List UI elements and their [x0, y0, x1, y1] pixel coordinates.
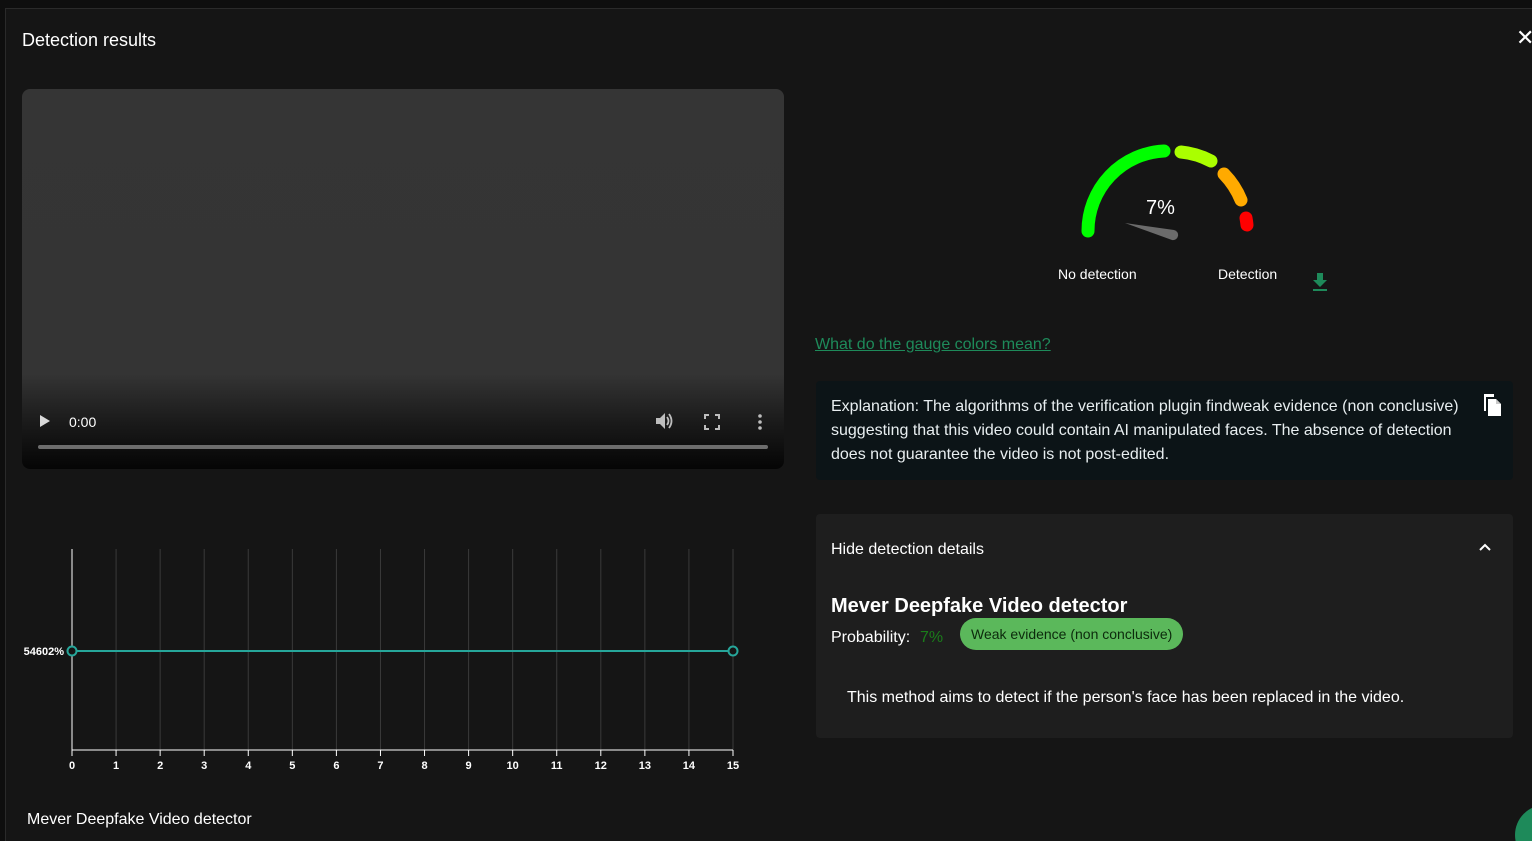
close-icon[interactable]: ✕: [1516, 27, 1532, 49]
x-tick-label: 1: [113, 760, 119, 772]
video-player[interactable]: 0:00: [22, 89, 784, 469]
volume-icon[interactable]: [654, 412, 674, 430]
gauge-label-detection: Detection: [1218, 266, 1278, 282]
probability-value: 7%: [920, 629, 944, 646]
detection-timeline-chart: 0 1 2 3 4 5 6 7 8 9 10 11 12 13 14 1554602%: [24, 549, 739, 772]
x-tick-label: 11: [551, 760, 563, 772]
detector-title: Mever Deepfake Video detector: [831, 595, 1128, 617]
hide-details-toggle[interactable]: Hide detection details: [831, 541, 984, 559]
chart-caption: Mever Deepfake Video detector: [27, 811, 252, 828]
x-tick-label: 15: [727, 760, 739, 772]
gauge-segment-orange: [1217, 167, 1248, 207]
detection-gauge: [1081, 144, 1254, 241]
x-tick-label: 3: [201, 760, 207, 772]
x-tick-label: 5: [289, 760, 295, 772]
x-tick-label: 4: [245, 760, 252, 772]
gauge-segment-red: [1239, 211, 1254, 232]
data-point: [66, 645, 78, 657]
video-progress-bar[interactable]: [38, 445, 768, 449]
detection-results-dialog: Detection results ✕ 0:00 7% No detection…: [5, 8, 1532, 841]
x-tick-label: 10: [507, 760, 519, 772]
video-time: 0:00: [69, 414, 97, 430]
method-description: This method aims to detect if the person…: [847, 689, 1405, 706]
copy-icon[interactable]: [1482, 393, 1502, 417]
x-tick-label: 6: [333, 760, 339, 772]
explanation-text: Explanation: The algorithms of the verif…: [831, 398, 1459, 463]
fullscreen-icon[interactable]: [704, 414, 720, 430]
gauge-label-no-detection: No detection: [1058, 266, 1137, 282]
y-tick-label: 54602%: [24, 646, 65, 658]
gauge-needle: [1125, 223, 1179, 241]
play-icon[interactable]: [40, 415, 50, 427]
x-tick-label: 0: [69, 760, 75, 772]
probability-label: Probability:: [831, 629, 911, 646]
x-tick-label: 7: [377, 760, 383, 772]
download-icon[interactable]: [1312, 272, 1328, 292]
gauge-value: 7%: [1146, 197, 1175, 219]
x-tick-label: 8: [421, 760, 427, 772]
data-point: [727, 645, 739, 657]
more-options-icon[interactable]: [753, 413, 767, 431]
x-tick-label: 14: [683, 760, 696, 772]
evidence-badge: Weak evidence (non conclusive): [960, 618, 1184, 650]
x-tick-label: 13: [639, 760, 651, 772]
x-tick-label: 9: [466, 760, 472, 772]
gauge-segment-yellow-green: [1174, 145, 1218, 168]
explanation-box: Explanation: The algorithms of the verif…: [816, 381, 1513, 480]
x-tick-label: 12: [595, 760, 607, 772]
detection-details-panel: Hide detection details Mever Deepfake Vi…: [816, 514, 1513, 738]
dialog-title: Detection results: [22, 30, 157, 50]
x-tick-label: 2: [157, 760, 163, 772]
chevron-up-icon[interactable]: [1478, 540, 1492, 554]
gauge-colors-link[interactable]: What do the gauge colors mean?: [815, 336, 1051, 354]
